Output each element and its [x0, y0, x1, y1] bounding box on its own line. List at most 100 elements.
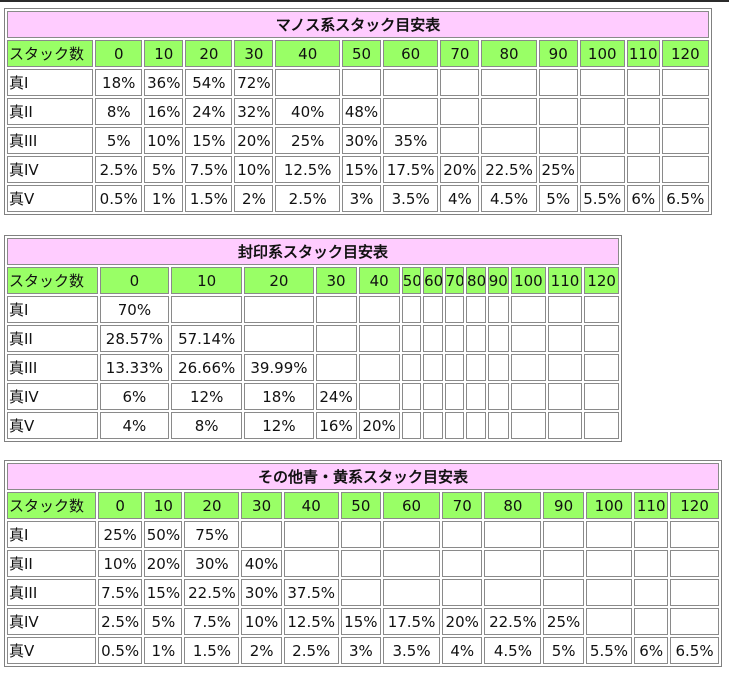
value-cell: 32% — [234, 98, 274, 125]
value-cell — [634, 579, 669, 606]
value-cell — [423, 412, 443, 439]
header-cell: 20 — [244, 267, 314, 294]
header-cell: 90 — [487, 267, 510, 294]
value-cell: 15% — [342, 156, 381, 183]
value-cell: 3% — [342, 185, 381, 212]
value-cell: 10% — [241, 608, 282, 635]
header-cell: 60 — [423, 267, 443, 294]
value-cell — [383, 69, 439, 96]
value-cell — [442, 550, 483, 577]
value-cell: 10% — [97, 550, 143, 577]
value-cell — [315, 354, 357, 381]
value-cell — [466, 354, 486, 381]
value-cell — [444, 325, 465, 352]
header-cell: 10 — [144, 492, 183, 519]
row-label: 真I — [7, 521, 96, 548]
value-cell — [171, 296, 243, 323]
value-cell — [484, 579, 542, 606]
header-cell: 60 — [383, 40, 439, 67]
value-cell: 20% — [358, 412, 400, 439]
value-cell: 72% — [234, 69, 274, 96]
value-cell: 8% — [171, 412, 243, 439]
value-cell: 28.57% — [99, 325, 169, 352]
value-cell: 36% — [144, 69, 184, 96]
table-row: 真III 7.5% 15% 22.5% 30% 37.5% — [7, 579, 719, 606]
value-cell — [584, 412, 619, 439]
value-cell — [547, 325, 583, 352]
value-cell: 3% — [340, 637, 381, 664]
header-cell: 40 — [283, 492, 339, 519]
header-cell: 70 — [440, 40, 480, 67]
value-cell: 5% — [538, 185, 578, 212]
value-cell — [241, 521, 282, 548]
value-cell — [440, 127, 480, 154]
value-cell — [547, 383, 583, 410]
value-cell — [423, 325, 443, 352]
header-cell: 30 — [315, 267, 357, 294]
value-cell — [626, 127, 660, 154]
value-cell — [579, 156, 625, 183]
header-cell: 100 — [579, 40, 625, 67]
value-cell — [661, 69, 709, 96]
header-cell: 90 — [543, 492, 584, 519]
value-cell — [340, 550, 381, 577]
value-cell — [423, 296, 443, 323]
header-cell: 50 — [401, 267, 422, 294]
value-cell — [670, 579, 719, 606]
value-cell: 15% — [144, 579, 183, 606]
value-cell — [487, 325, 510, 352]
header-cell: 50 — [342, 40, 381, 67]
value-cell — [484, 550, 542, 577]
value-cell — [401, 412, 422, 439]
value-cell — [358, 296, 400, 323]
value-cell: 1.5% — [185, 185, 233, 212]
value-cell: 4% — [99, 412, 169, 439]
value-cell: 7.5% — [185, 156, 233, 183]
value-cell — [466, 296, 486, 323]
value-cell — [511, 412, 546, 439]
value-cell: 70% — [99, 296, 169, 323]
value-cell — [466, 383, 486, 410]
value-cell: 17.5% — [383, 156, 439, 183]
value-cell — [547, 412, 583, 439]
value-cell — [538, 98, 578, 125]
value-cell — [584, 296, 619, 323]
value-cell: 12% — [171, 383, 243, 410]
value-cell: 6% — [634, 637, 669, 664]
value-cell — [584, 354, 619, 381]
value-cell — [670, 550, 719, 577]
value-cell: 4.5% — [484, 637, 542, 664]
other-blue-yellow-stack-table: その他青・黄系スタック目安表 スタック数 0 10 20 30 40 50 60… — [4, 460, 722, 667]
header-cell: 100 — [585, 492, 633, 519]
value-cell: 15% — [185, 127, 233, 154]
value-cell: 24% — [185, 98, 233, 125]
value-cell: 20% — [234, 127, 274, 154]
value-cell — [466, 412, 486, 439]
row-label: 真II — [7, 550, 96, 577]
value-cell: 25% — [543, 608, 584, 635]
value-cell: 3.5% — [382, 637, 441, 664]
header-cell: 80 — [481, 40, 537, 67]
table-row: 真IV 6% 12% 18% 24% — [7, 383, 619, 410]
header-cell: 20 — [184, 492, 240, 519]
value-cell — [382, 579, 441, 606]
value-cell: 4.5% — [481, 185, 537, 212]
value-cell — [670, 608, 719, 635]
value-cell — [487, 296, 510, 323]
value-cell: 6.5% — [670, 637, 719, 664]
table-row: 真V 0.5% 1% 1.5% 2% 2.5% 3% 3.5% 4% 4.5% … — [7, 637, 719, 664]
value-cell — [661, 127, 709, 154]
value-cell: 39.99% — [244, 354, 314, 381]
value-cell: 16% — [315, 412, 357, 439]
value-cell: 37.5% — [283, 579, 339, 606]
header-cell: スタック数 — [7, 492, 96, 519]
header-cell: 40 — [358, 267, 400, 294]
value-cell — [538, 127, 578, 154]
row-label: 真IV — [7, 383, 98, 410]
header-cell: 110 — [634, 492, 669, 519]
value-cell: 20% — [442, 608, 483, 635]
row-label: 真III — [7, 579, 96, 606]
value-cell: 12% — [244, 412, 314, 439]
top-border-line — [0, 0, 729, 2]
value-cell: 10% — [234, 156, 274, 183]
